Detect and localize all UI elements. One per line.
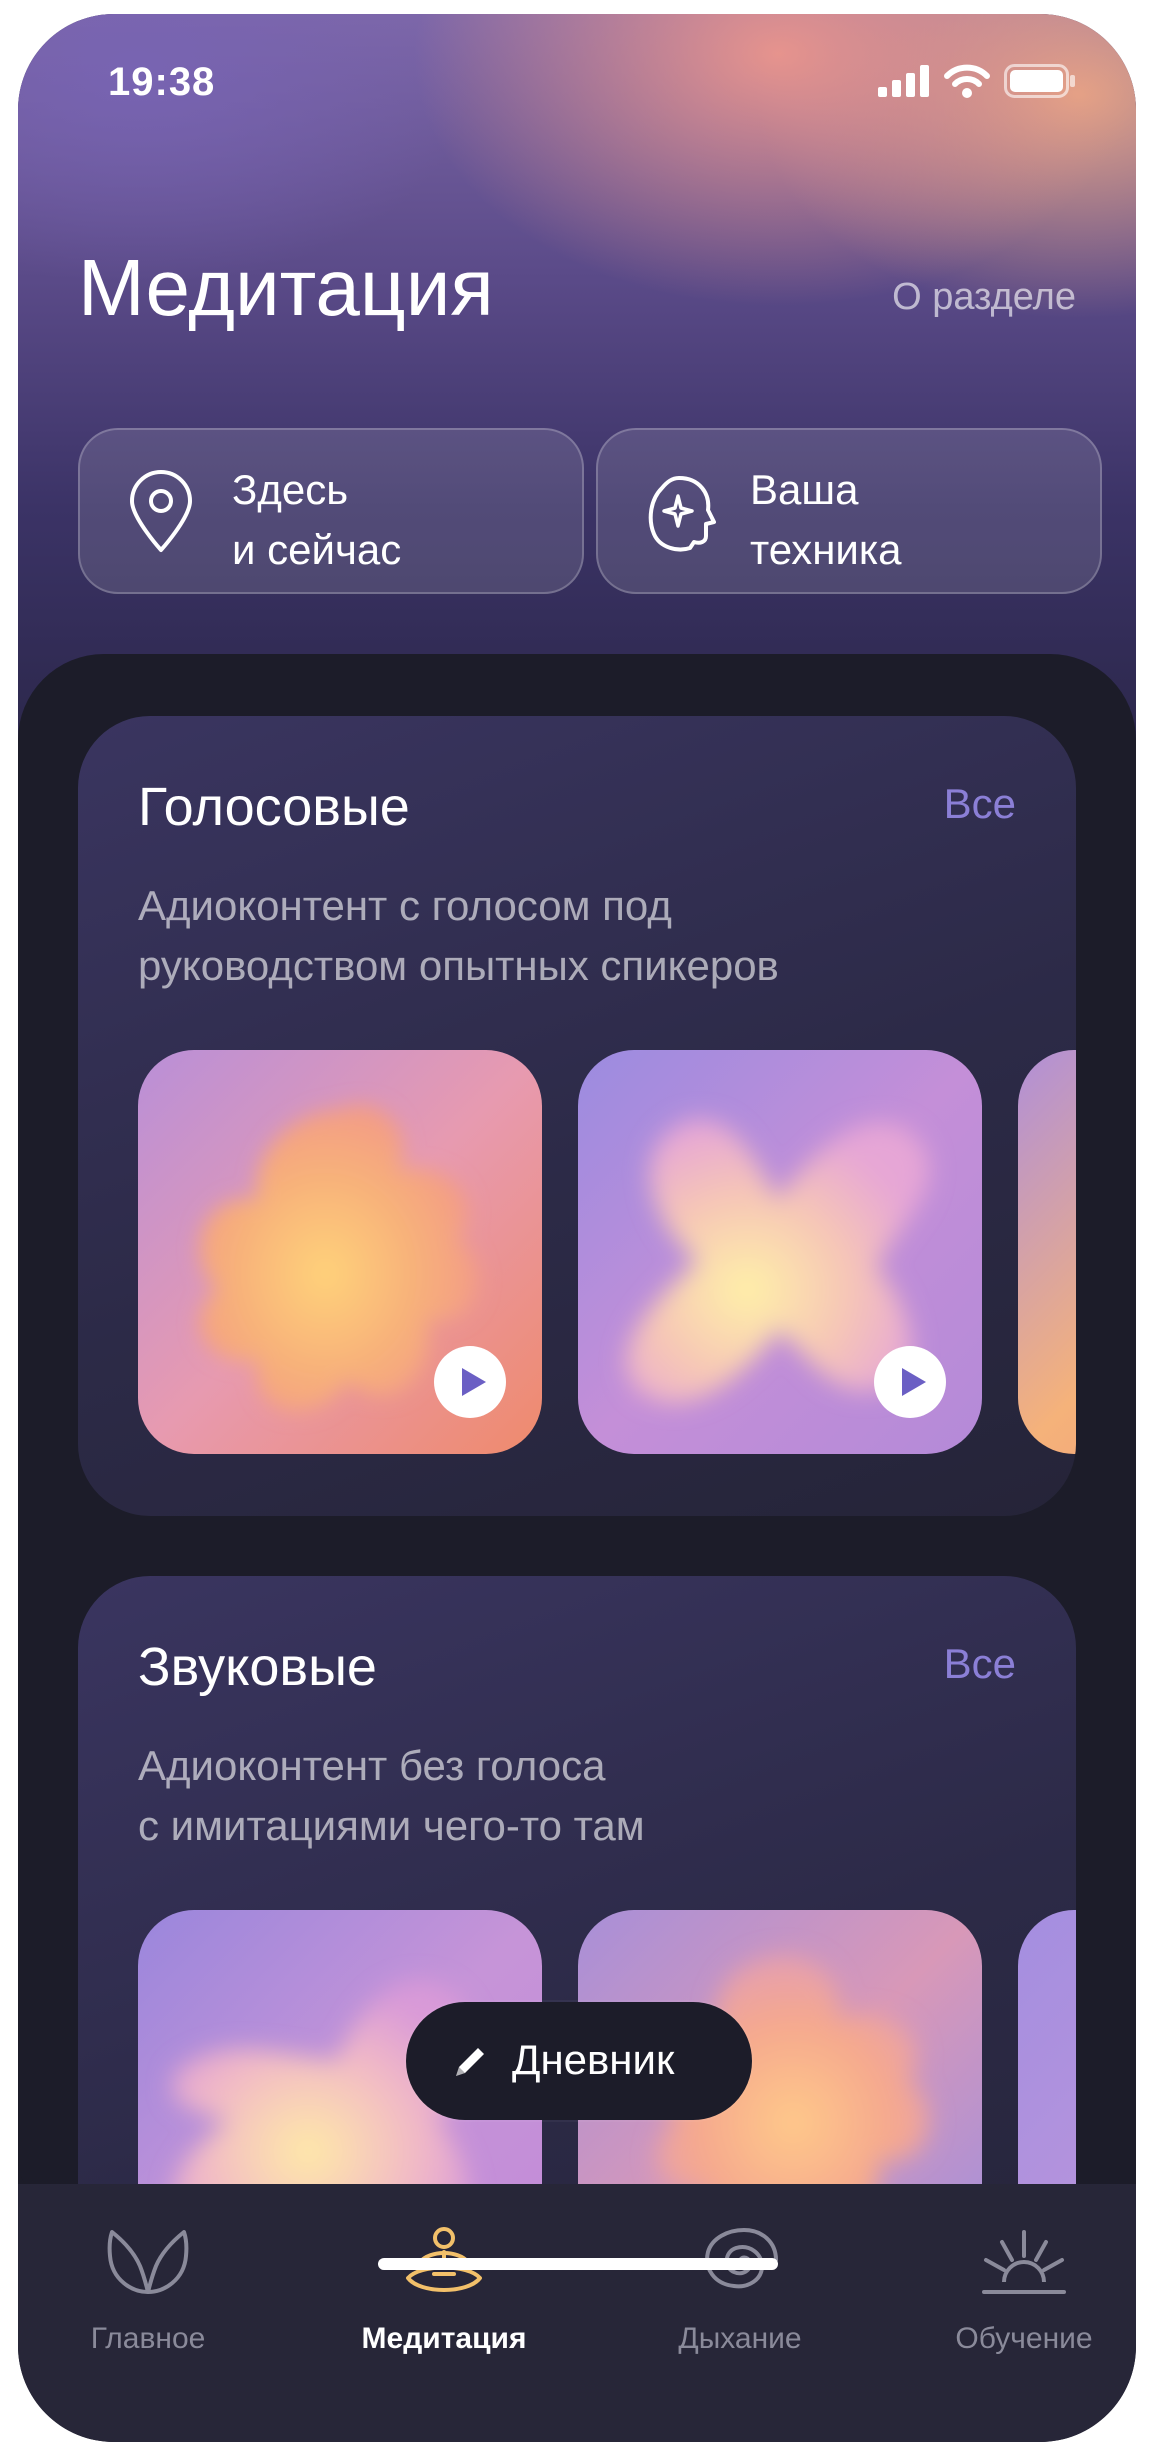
diary-label: Дневник: [512, 2036, 675, 2083]
wifi-icon: [944, 64, 990, 98]
here-and-now-label: Здесь и сейчас: [232, 466, 402, 573]
home-indicator: [378, 2258, 778, 2270]
status-time: 19:38: [108, 60, 216, 104]
tab-learning[interactable]: Обучение: [914, 2222, 1134, 2362]
see-all-link[interactable]: Все: [944, 1640, 1016, 1688]
phone-screen: 19:38 Медитация О разделе Здесь и сейчас…: [18, 14, 1136, 2442]
tab-meditation[interactable]: Медитация: [334, 2222, 554, 2362]
sparkle-head-icon: [648, 476, 716, 552]
diary-button[interactable]: Дневник: [406, 2002, 752, 2120]
section-description: Адиоконтент без голоса с имитациями чего…: [138, 1742, 645, 1849]
blob-artwork: [1018, 1050, 1076, 1454]
meditation-thumbnail[interactable]: [138, 1050, 542, 1454]
play-button[interactable]: [434, 1346, 506, 1418]
hands-icon: [107, 2230, 189, 2294]
see-all-link[interactable]: Все: [944, 780, 1016, 828]
cellular-signal-icon: [878, 65, 929, 97]
play-icon: [462, 1368, 486, 1396]
section-title: Звуковые: [138, 1637, 377, 1697]
your-technique-button[interactable]: Ваша техника: [596, 428, 1102, 594]
page-title: Медитация: [78, 243, 494, 332]
sunrise-icon: [982, 2230, 1066, 2294]
content-sheet: Голосовые Все Адиоконтент с голосом под …: [18, 654, 1136, 2376]
section-title: Голосовые: [138, 777, 410, 837]
meditation-thumbnail[interactable]: [578, 1050, 982, 1454]
your-technique-label: Ваша техника: [750, 466, 902, 573]
section-description: Адиоконтент с голосом под руководством о…: [138, 882, 779, 989]
tab-label: Обучение: [955, 2322, 1093, 2355]
tab-bar: Главное Медитация Дыхание Обучение: [18, 2184, 1136, 2442]
pencil-icon: [456, 2048, 484, 2076]
status-icons: [878, 64, 1076, 98]
tab-label: Дыхание: [678, 2322, 802, 2355]
tab-breathing[interactable]: Дыхание: [630, 2222, 850, 2362]
here-and-now-button[interactable]: Здесь и сейчас: [78, 428, 584, 594]
status-bar: 19:38: [108, 58, 1076, 108]
tab-label: Главное: [90, 2322, 206, 2355]
play-button[interactable]: [874, 1346, 946, 1418]
battery-icon: [1004, 64, 1075, 98]
meditation-thumbnail[interactable]: [1018, 1050, 1076, 1454]
play-icon: [902, 1368, 926, 1396]
location-pin-icon: [130, 470, 192, 552]
tab-home[interactable]: Главное: [38, 2222, 258, 2362]
tab-label: Медитация: [361, 2322, 527, 2355]
voice-section-card: Голосовые Все Адиоконтент с голосом под …: [78, 716, 1076, 1516]
about-section-link[interactable]: О разделе: [892, 276, 1076, 319]
